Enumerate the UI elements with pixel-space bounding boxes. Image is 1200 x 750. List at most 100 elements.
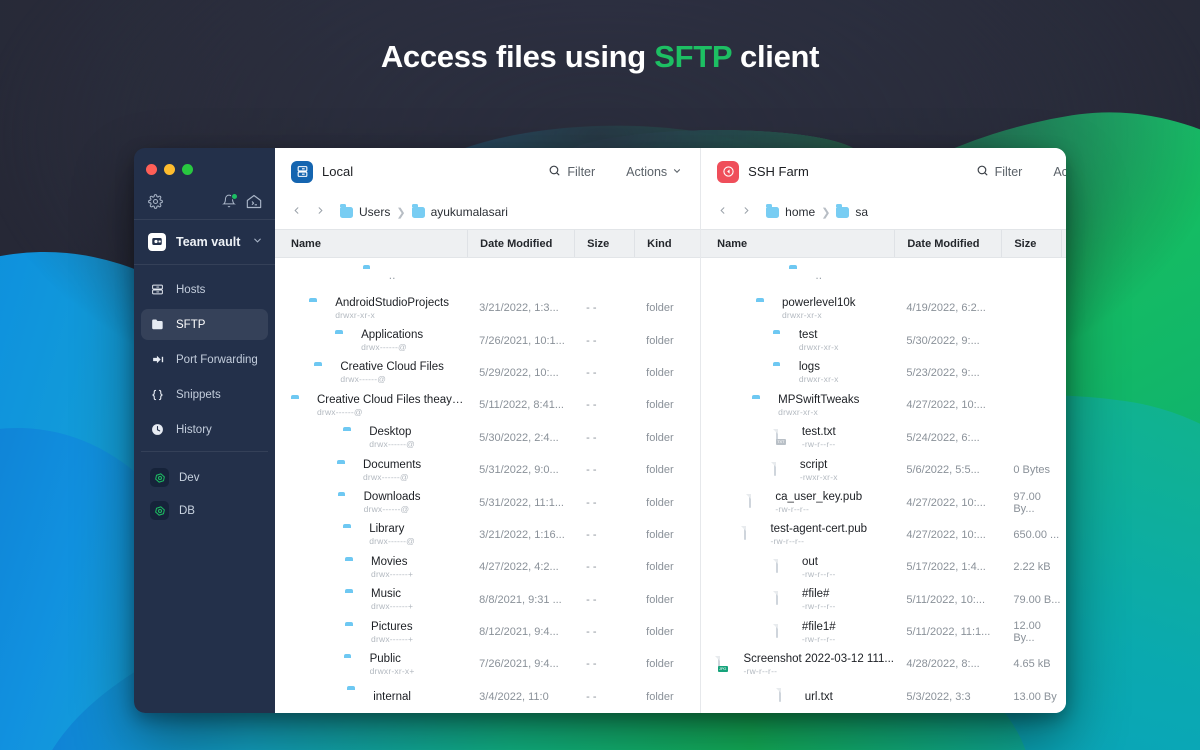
breadcrumb-item[interactable]: sa [836,205,868,219]
file-row[interactable]: Picturesdrwx------+8/12/2021, 9:4...- -f… [275,616,700,648]
bell-icon[interactable] [222,194,236,208]
breadcrumb-item[interactable]: Users [340,205,390,219]
sidebar-item-snippets[interactable]: Snippets [141,379,268,410]
file-row[interactable]: JPGScreenshot 2022-03-12 111...-rw-r--r-… [701,648,1066,680]
sidebar-item-history[interactable]: History [141,414,268,445]
breadcrumb-label: home [785,205,815,219]
file-row[interactable]: Documentsdrwx------@5/31/2022, 9:0...- -… [275,454,700,486]
sidebar-item-label: Hosts [176,284,205,296]
column-header-name[interactable]: Name [275,230,467,257]
terminal-home-icon[interactable] [246,194,262,209]
file-row[interactable]: Downloadsdrwx------@5/31/2022, 11:1...- … [275,486,700,518]
column-header-size[interactable]: Size [574,230,634,257]
chevron-right-icon[interactable] [741,205,752,219]
close-button[interactable] [146,164,157,175]
file-date: 5/29/2022, 10:... [467,357,574,389]
file-date: 5/3/2022, 3:3 [894,681,1001,713]
file-name: out [802,556,836,568]
remote-filter-button[interactable]: Filter [972,162,1027,182]
file-row[interactable]: #file1#-rw-r--r--5/11/2022, 11:1...12.00… [701,616,1066,648]
gear-icon[interactable] [148,194,163,209]
file-name-cell: logsdrwxr-xr-x [701,357,894,389]
file-row[interactable]: ca_user_key.pub-rw-r--r--4/27/2022, 10:.… [701,486,1066,518]
file-row[interactable]: url.txt5/3/2022, 3:313.00 Bytxt [701,681,1066,713]
sidebar-host-dev[interactable]: Dev [141,461,268,494]
file-row[interactable]: MPSwiftTweaksdrwxr-xr-x4/27/2022, 10:... [701,389,1066,421]
file-row[interactable]: Moviesdrwx------+4/27/2022, 4:2...- -fol… [275,551,700,583]
file-date: 4/27/2022, 4:2... [467,551,574,583]
team-vault-selector[interactable]: Team vault [134,220,275,264]
file-permissions: drwx------+ [371,634,413,644]
sidebar-host-db[interactable]: DB [141,494,268,527]
chevron-left-icon[interactable] [717,205,728,219]
file-row[interactable]: Creative Cloud Files theayu...drwx------… [275,389,700,421]
file-row[interactable]: Musicdrwx------+8/8/2021, 9:31 ...- -fol… [275,584,700,616]
file-kind: folder [634,551,700,583]
breadcrumb-item[interactable]: ayukumalasari [412,205,508,219]
local-file-list[interactable]: ..AndroidStudioProjectsdrwxr-xr-x3/21/20… [275,258,700,713]
file-row[interactable]: .. [701,258,1066,292]
sidebar-host-label: DB [179,505,195,517]
file-name: Creative Cloud Files [340,361,444,373]
file-kind [1061,422,1066,454]
column-header-date[interactable]: Date Modified [467,230,574,257]
file-row[interactable]: powerlevel10kdrwxr-xr-x4/19/2022, 6:2... [701,292,1066,324]
sidebar-item-hosts[interactable]: Hosts [141,274,268,305]
local-filter-button[interactable]: Filter [544,162,599,182]
file-permissions: -rwxr-xr-x [800,472,838,482]
column-header-kind[interactable]: Kind [1061,230,1066,257]
file-name: #file# [802,588,836,600]
file-row[interactable]: internal3/4/2022, 11:0- -folder [275,681,700,713]
file-name: Creative Cloud Files theayu... [317,394,467,406]
file-row[interactable]: logsdrwxr-xr-x5/23/2022, 9:... [701,357,1066,389]
file-kind [1061,389,1066,421]
file-name-cell: Creative Cloud Filesdrwx------@ [275,357,467,389]
file-row[interactable]: Librarydrwx------@3/21/2022, 1:16...- -f… [275,519,700,551]
remote-actions-button[interactable]: Actions [1049,163,1066,181]
file-row[interactable]: out-rw-r--r--5/17/2022, 1:4...2.22 kBfil… [701,551,1066,583]
sidebar-item-sftp[interactable]: SFTP [141,309,268,340]
file-permissions: drwxr-xr-x+ [370,666,415,676]
chevron-left-icon[interactable] [291,205,302,219]
file-name-cell: JPGScreenshot 2022-03-12 111...-rw-r--r-… [701,648,894,680]
breadcrumb-nav [291,205,326,219]
file-date: 5/17/2022, 1:4... [894,551,1001,583]
file-row[interactable]: script-rwxr-xr-x5/6/2022, 5:5...0 Bytesf… [701,454,1066,486]
app-window: Team vault Hosts [134,148,1066,713]
file-row[interactable]: Publicdrwxr-xr-x+7/26/2021, 9:4...- -fol… [275,648,700,680]
folder-icon [335,333,352,348]
breadcrumb-item[interactable]: home [766,205,815,219]
minimize-button[interactable] [164,164,175,175]
file-row[interactable]: TXTtest.txt-rw-r--r--5/24/2022, 6:... [701,422,1066,454]
file-row[interactable]: .. [275,258,700,292]
file-date: 3/21/2022, 1:16... [467,519,574,551]
column-header-date[interactable]: Date Modified [894,230,1001,257]
file-permissions: drwx------+ [371,601,413,611]
remote-actions-label: Actions [1053,165,1066,179]
file-size: - - [574,616,634,648]
file-size [1001,357,1061,389]
file-row[interactable]: Applicationsdrwx------@7/26/2021, 10:1..… [275,324,700,356]
folder-icon [789,268,806,283]
file-name-cell: Musicdrwx------+ [275,584,467,616]
maximize-button[interactable] [182,164,193,175]
file-row[interactable]: testdrwxr-xr-x5/30/2022, 9:... [701,324,1066,356]
sidebar-item-port-forwarding[interactable]: Port Forwarding [141,344,268,375]
file-row[interactable]: Desktopdrwx------@5/30/2022, 2:4...- -fo… [275,422,700,454]
column-header-kind[interactable]: Kind [634,230,700,257]
file-row[interactable]: AndroidStudioProjectsdrwxr-xr-x3/21/2022… [275,292,700,324]
file-size: - - [574,486,634,518]
chevron-right-icon[interactable] [315,205,326,219]
file-permissions: drwx------@ [369,536,415,546]
file-size [1001,422,1061,454]
file-permissions: drwxr-xr-x [782,310,856,320]
file-permissions: drwx------+ [371,569,413,579]
local-actions-button[interactable]: Actions [622,163,686,181]
file-row[interactable]: Creative Cloud Filesdrwx------@5/29/2022… [275,357,700,389]
file-row[interactable]: test-agent-cert.pub-rw-r--r--4/27/2022, … [701,519,1066,551]
file-row[interactable]: #file#-rw-r--r--5/11/2022, 10:...79.00 B… [701,584,1066,616]
column-header-name[interactable]: Name [701,230,894,257]
remote-file-list[interactable]: ..powerlevel10kdrwxr-xr-x4/19/2022, 6:2.… [701,258,1066,713]
file-kind: file [1061,616,1066,648]
column-header-size[interactable]: Size [1001,230,1061,257]
